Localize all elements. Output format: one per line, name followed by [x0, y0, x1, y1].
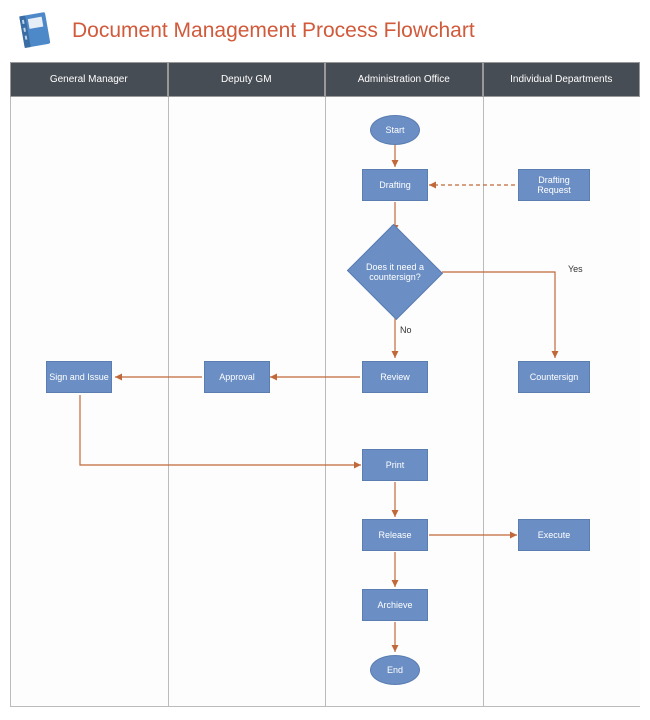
node-sign-issue: Sign and Issue — [46, 361, 112, 393]
lane-header-dept: Individual Departments — [483, 62, 641, 97]
node-decision-text: Does it need a countersign? — [347, 262, 443, 282]
lane-header-admin: Administration Office — [325, 62, 483, 97]
node-countersign: Countersign — [518, 361, 590, 393]
swimlane-body: Start Drafting Drafting Request Does it … — [10, 97, 640, 707]
node-drafting-request: Drafting Request — [518, 169, 590, 201]
node-execute: Execute — [518, 519, 590, 551]
node-start: Start — [370, 115, 420, 145]
node-decision: Does it need a countersign? — [345, 225, 445, 319]
lane-gm — [10, 97, 168, 707]
node-approval: Approval — [204, 361, 270, 393]
node-end: End — [370, 655, 420, 685]
lane-dgm — [168, 97, 326, 707]
node-drafting: Drafting — [362, 169, 428, 201]
node-release: Release — [362, 519, 428, 551]
lane-header-dgm: Deputy GM — [168, 62, 326, 97]
swimlane-headers: General Manager Deputy GM Administration… — [10, 62, 640, 97]
node-print: Print — [362, 449, 428, 481]
node-archive: Archieve — [362, 589, 428, 621]
edge-label-yes: Yes — [568, 264, 583, 274]
page-title: Document Management Process Flowchart — [72, 19, 475, 43]
booklet-icon — [12, 8, 58, 54]
lane-header-gm: General Manager — [10, 62, 168, 97]
header: Document Management Process Flowchart — [0, 0, 650, 62]
edge-label-no: No — [400, 325, 412, 335]
node-review: Review — [362, 361, 428, 393]
